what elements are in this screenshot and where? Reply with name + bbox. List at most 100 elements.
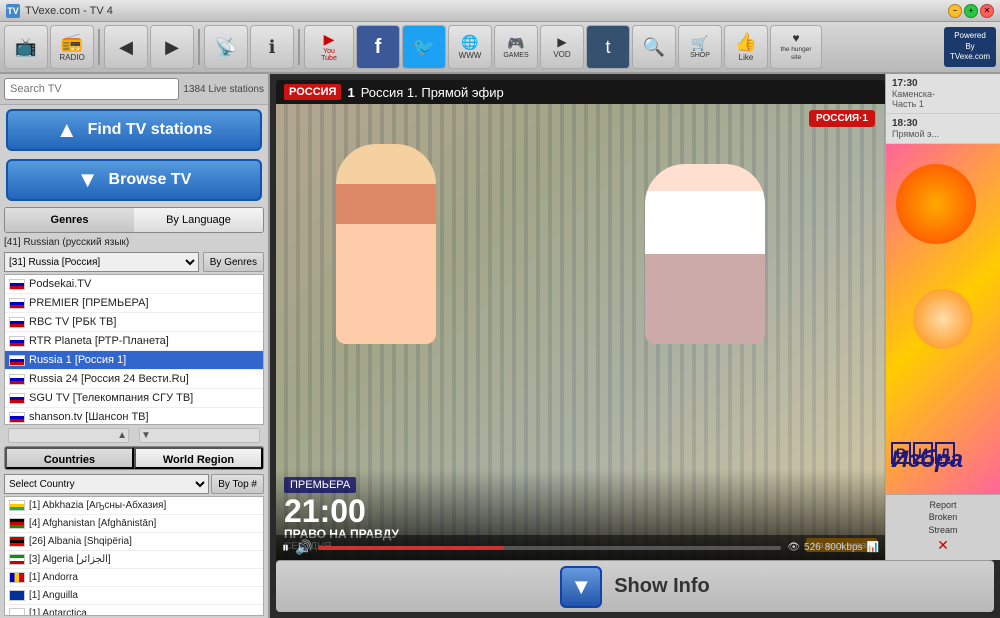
scene-person-right	[645, 164, 765, 344]
search-input[interactable]	[4, 78, 179, 100]
show-info-label: Show Info	[614, 575, 710, 598]
info-button[interactable]: ℹ	[250, 25, 294, 69]
flag-icon	[9, 554, 25, 565]
www-label: WWW	[459, 51, 482, 60]
countries-tab[interactable]: Countries	[5, 447, 134, 469]
flag-icon	[9, 393, 25, 404]
world-region-tab[interactable]: World Region	[134, 447, 263, 469]
volume-button[interactable]: 🔊	[295, 539, 312, 556]
station-item[interactable]: RBC TV [РБК ТВ]	[5, 313, 263, 332]
country-item[interactable]: [1] Anguilla	[5, 587, 263, 605]
station-name: SGU TV [Телекомпания СГУ ТВ]	[29, 392, 193, 404]
window-controls: − + ✕	[948, 4, 994, 18]
facebook-button[interactable]: f	[356, 25, 400, 69]
separator-1	[98, 29, 100, 65]
country-name: [1] Andorra	[29, 572, 78, 583]
browse-tv-button[interactable]: ▼ Browse TV	[6, 159, 262, 201]
station-scroll-down[interactable]: ▼	[139, 428, 260, 443]
country-item[interactable]: [26] Albania [Shqipëria]	[5, 533, 263, 551]
country-select-filter[interactable]: [31] Russia [Россия]	[4, 252, 199, 272]
time-display: 21:00	[284, 495, 399, 527]
vod-icon: ▶	[557, 36, 566, 48]
genres-tab[interactable]: Genres	[5, 208, 134, 232]
station-name: RTR Planeta [РТР-Планета]	[29, 335, 169, 347]
close-report-icon[interactable]: ✕	[890, 536, 996, 556]
like-button[interactable]: 👍 Like	[724, 25, 768, 69]
view-count: 526	[804, 542, 821, 553]
signal-icon: 📡	[215, 38, 237, 56]
find-arrow-icon: ▲	[56, 117, 78, 143]
show-info-bar: ▼ Show Info	[276, 560, 994, 612]
station-item[interactable]: shanson.tv [Шансон ТВ]	[5, 408, 263, 425]
games-button[interactable]: 🎮 GAMES	[494, 25, 538, 69]
close-button[interactable]: ✕	[980, 4, 994, 18]
flag-icon	[9, 518, 25, 529]
tumblr-button[interactable]: t	[586, 25, 630, 69]
twitter-icon: 🐦	[413, 38, 435, 56]
country-dropdown[interactable]: Select Country	[4, 474, 209, 494]
ad-circle-2	[913, 289, 973, 349]
country-item[interactable]: [1] Andorra	[5, 569, 263, 587]
ad-circle	[896, 164, 976, 244]
hunger-site-button[interactable]: ♥ the hungersite	[770, 25, 822, 69]
country-item[interactable]: [1] Abkhazia [Аҧсны-Абхазия]	[5, 497, 263, 515]
hunger-icon: ♥	[792, 32, 799, 44]
signal-button[interactable]: 📡	[204, 25, 248, 69]
show-info-button[interactable]: ▼ Show Info	[560, 566, 710, 608]
search-web-button[interactable]: 🔍	[632, 25, 676, 69]
station-scroll-up[interactable]: ▲	[8, 428, 129, 443]
back-button[interactable]: ◀	[104, 25, 148, 69]
forward-button[interactable]: ▶	[150, 25, 194, 69]
forward-icon: ▶	[165, 38, 179, 56]
filter-row: [31] Russia [Россия] By Genres	[0, 250, 268, 274]
station-item[interactable]: Russia 24 [Россия 24 Вести.Ru]	[5, 370, 263, 389]
www-button[interactable]: 🌐 WWW	[448, 25, 492, 69]
epg-ad: Избра В И Д	[886, 144, 1000, 494]
flag-icon	[9, 279, 25, 290]
by-language-tab[interactable]: By Language	[134, 208, 263, 232]
find-tv-button[interactable]: ▲ Find TV stations	[6, 109, 262, 151]
epg-title-1: Каменска-Часть 1	[892, 89, 994, 109]
find-tv-label: Find TV stations	[88, 121, 212, 139]
twitter-button[interactable]: 🐦	[402, 25, 446, 69]
left-panel: 1384 Live stations ▲ Find TV stations ▼ …	[0, 74, 270, 618]
station-name: shanson.tv [Шансон ТВ]	[29, 411, 149, 423]
vod-label: VOD	[553, 50, 570, 59]
epg-item-1: 17:30 Каменска-Часть 1	[886, 74, 1000, 114]
station-list[interactable]: Podsekai.TV PREMIER [ПРЕМЬЕРА] RBC TV [Р…	[4, 274, 264, 425]
station-item-selected[interactable]: Russia 1 [Россия 1]	[5, 351, 263, 370]
top-btn[interactable]: By Top #	[211, 474, 264, 494]
powered-by: Powered By TVexe.com	[944, 27, 996, 66]
country-item[interactable]: [3] Algeria [الجزائر]	[5, 551, 263, 569]
hunger-label: the hungersite	[780, 46, 811, 62]
vod-button[interactable]: ▶ VOD	[540, 25, 584, 69]
country-name: [26] Albania [Shqipëria]	[29, 536, 132, 547]
station-item[interactable]: Podsekai.TV	[5, 275, 263, 294]
youtube-button[interactable]: ▶ YouTube	[304, 25, 354, 69]
shop-button[interactable]: 🛒 SHOP	[678, 25, 722, 69]
info-icon: ℹ	[269, 38, 276, 56]
station-item[interactable]: PREMIER [ПРЕМЬЕРА]	[5, 294, 263, 313]
station-item[interactable]: RTR Planeta [РТР-Планета]	[5, 332, 263, 351]
channel-title: Россия 1. Прямой эфир	[361, 85, 504, 100]
country-item[interactable]: [1] Antarctica	[5, 605, 263, 616]
station-item[interactable]: SGU TV [Телекомпания СГУ ТВ]	[5, 389, 263, 408]
bitrate: 800kbps	[825, 542, 863, 553]
radio-button[interactable]: 📻 RADIO	[50, 25, 94, 69]
by-genres-button[interactable]: By Genres	[203, 252, 264, 272]
country-list[interactable]: [1] Abkhazia [Аҧсны-Абхазия] [4] Afghani…	[4, 496, 264, 616]
right-sidebar: 17:30 Каменска-Часть 1 18:30 Прямой э...…	[885, 74, 1000, 560]
station-count: 1384 Live stations	[183, 84, 264, 95]
games-icon: 🎮	[507, 36, 524, 50]
maximize-button[interactable]: +	[964, 4, 978, 18]
play-pause-button[interactable]: ⏸	[282, 539, 289, 556]
back-icon: ◀	[119, 38, 133, 56]
www-icon: 🌐	[461, 35, 478, 49]
report-broken-button[interactable]: Report Broken Stream ✕	[886, 494, 1000, 560]
channel-header: РОССИЯ 1 Россия 1. Прямой эфир	[276, 80, 885, 104]
like-label: Like	[739, 53, 754, 62]
tv-button[interactable]: 📺	[4, 25, 48, 69]
minimize-button[interactable]: −	[948, 4, 962, 18]
country-item[interactable]: [4] Afghanistan [Afghānistān]	[5, 515, 263, 533]
progress-bar-container[interactable]	[318, 546, 781, 550]
